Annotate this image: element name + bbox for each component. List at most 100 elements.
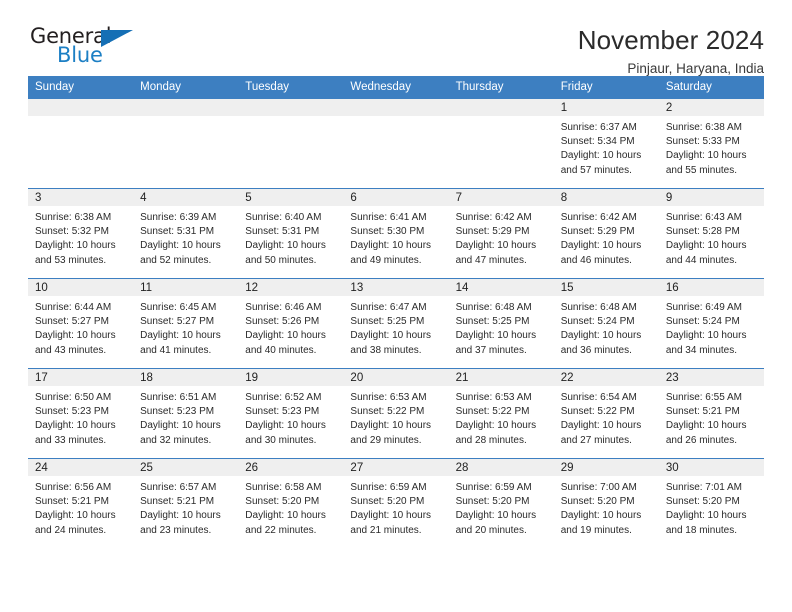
calendar-day-cell[interactable]: 21 Sunrise: 6:53 AM Sunset: 5:22 PM Dayligh… [448,368,554,459]
sunset-text: Sunset: 5:23 PM [35,406,109,418]
day-number: 23 [658,369,764,386]
calendar-day-cell[interactable]: 26 Sunrise: 6:58 AM Sunset: 5:20 PM Dayligh… [238,458,344,548]
daylight-text-line1: Daylight: 10 hours [455,240,537,252]
calendar-day-cell[interactable]: 27 Sunrise: 6:59 AM Sunset: 5:20 PM Dayligh… [343,458,449,548]
daylight-text-line1: Daylight: 10 hours [35,240,116,252]
sunrise-text: Sunrise: 6:49 AM [665,302,742,313]
day-number: 27 [343,459,449,476]
sunset-text: Sunset: 5:24 PM [560,316,635,328]
calendar-day-cell[interactable]: 14 Sunrise: 6:48 AM Sunset: 5:25 PM Dayligh… [448,278,554,369]
daylight-text-line1: Daylight: 10 hours [245,240,326,252]
calendar-day-cell[interactable]: 13 Sunrise: 6:47 AM Sunset: 5:25 PM Dayligh… [343,278,449,369]
calendar-day-cell[interactable]: 11 Sunrise: 6:45 AM Sunset: 5:27 PM Dayligh… [133,278,239,369]
calendar-day-cell-empty [133,98,239,189]
sunrise-text: Sunrise: 7:00 AM [560,482,637,493]
calendar-day-cell[interactable]: 19 Sunrise: 6:52 AM Sunset: 5:23 PM Dayligh… [238,368,344,459]
daylight-text-line1: Daylight: 10 hours [455,420,537,432]
day-details: Sunrise: 6:44 AM Sunset: 5:27 PM Daylight:… [28,296,133,358]
day-number [133,99,239,116]
day-details: Sunrise: 6:56 AM Sunset: 5:21 PM Daylight:… [28,476,133,538]
sunset-text: Sunset: 5:23 PM [140,406,215,418]
calendar-day-cell[interactable]: 18 Sunrise: 6:51 AM Sunset: 5:23 PM Dayligh… [133,368,239,459]
daylight-text-line1: Daylight: 10 hours [665,240,747,252]
sunset-text: Sunset: 5:21 PM [35,496,109,508]
day-details: Sunrise: 6:42 AM Sunset: 5:29 PM Daylight:… [554,206,659,268]
day-number: 25 [133,459,239,476]
page-title: November 2024 [577,25,764,55]
calendar-day-cell[interactable]: 12 Sunrise: 6:46 AM Sunset: 5:26 PM Dayligh… [238,278,344,369]
daylight-text-line2: and 38 minutes. [350,344,422,356]
daylight-text-line1: Daylight: 10 hours [560,330,642,342]
day-number: 2 [658,99,764,116]
sunset-text: Sunset: 5:30 PM [350,226,425,238]
sunset-text: Sunset: 5:20 PM [560,496,635,508]
calendar-day-cell[interactable]: 1 Sunrise: 6:37 AM Sunset: 5:34 PM Daylight… [553,98,659,189]
calendar-week-row: 10 Sunrise: 6:44 AM Sunset: 5:27 PM Dayligh… [28,278,764,369]
day-number: 4 [133,189,239,206]
daylight-text-line2: and 33 minutes. [35,434,107,446]
daylight-text-line2: and 19 minutes. [560,524,632,536]
calendar-day-cell[interactable]: 15 Sunrise: 6:48 AM Sunset: 5:24 PM Dayligh… [553,278,659,369]
day-details: Sunrise: 6:52 AM Sunset: 5:23 PM Daylight:… [238,386,343,448]
day-number: 20 [343,369,449,386]
calendar-day-cell[interactable]: 29 Sunrise: 7:00 AM Sunset: 5:20 PM Dayligh… [553,458,659,548]
calendar-week-row: 3 Sunrise: 6:38 AM Sunset: 5:32 PM Daylight… [28,188,764,279]
daylight-text-line2: and 21 minutes. [350,524,422,536]
weekday-header-monday: Monday [133,76,239,99]
weekday-header-thursday: Thursday [448,76,554,99]
daylight-text-line1: Daylight: 10 hours [35,330,116,342]
day-details: Sunrise: 6:45 AM Sunset: 5:27 PM Daylight:… [133,296,238,358]
calendar-day-cell[interactable]: 4 Sunrise: 6:39 AM Sunset: 5:31 PM Daylight… [133,188,239,279]
day-number: 24 [28,459,134,476]
calendar-day-cell[interactable]: 5 Sunrise: 6:40 AM Sunset: 5:31 PM Daylight… [238,188,344,279]
page-header: General Blue November 2024 Pinjaur, Hary… [28,0,764,77]
weekday-header-saturday: Saturday [658,76,764,99]
daylight-text-line1: Daylight: 10 hours [665,420,747,432]
sunrise-text: Sunrise: 6:38 AM [35,212,112,223]
sunset-text: Sunset: 5:22 PM [455,406,530,418]
calendar-day-cell[interactable]: 23 Sunrise: 6:55 AM Sunset: 5:21 PM Dayligh… [658,368,764,459]
calendar-day-cell[interactable]: 2 Sunrise: 6:38 AM Sunset: 5:33 PM Daylight… [658,98,764,189]
daylight-text-line2: and 26 minutes. [665,434,738,446]
daylight-text-line1: Daylight: 10 hours [35,510,116,522]
daylight-text-line2: and 29 minutes. [350,434,422,446]
daylight-text-line2: and 52 minutes. [140,254,212,266]
calendar-day-cell[interactable]: 24 Sunrise: 6:56 AM Sunset: 5:21 PM Dayligh… [28,458,134,548]
calendar-day-cell[interactable]: 16 Sunrise: 6:49 AM Sunset: 5:24 PM Dayligh… [658,278,764,369]
day-number: 26 [238,459,344,476]
day-number: 8 [553,189,659,206]
day-details: Sunrise: 6:46 AM Sunset: 5:26 PM Daylight:… [238,296,343,358]
calendar-day-cell[interactable]: 3 Sunrise: 6:38 AM Sunset: 5:32 PM Daylight… [28,188,134,279]
calendar-day-cell[interactable]: 28 Sunrise: 6:59 AM Sunset: 5:20 PM Dayligh… [448,458,554,548]
daylight-text-line1: Daylight: 10 hours [665,510,747,522]
sunset-text: Sunset: 5:21 PM [140,496,215,508]
sunset-text: Sunset: 5:20 PM [245,496,320,508]
day-number: 3 [28,189,134,206]
calendar-grid: Sunday Monday Tuesday Wednesday Thursday… [28,76,764,548]
day-number: 21 [448,369,554,386]
day-details: Sunrise: 6:59 AM Sunset: 5:20 PM Daylight:… [449,476,554,538]
calendar-day-cell[interactable]: 22 Sunrise: 6:54 AM Sunset: 5:22 PM Dayligh… [553,368,659,459]
calendar-day-cell[interactable]: 6 Sunrise: 6:41 AM Sunset: 5:30 PM Daylight… [343,188,449,279]
calendar-day-cell[interactable]: 20 Sunrise: 6:53 AM Sunset: 5:22 PM Dayligh… [343,368,449,459]
calendar-day-cell[interactable]: 7 Sunrise: 6:42 AM Sunset: 5:29 PM Daylight… [448,188,554,279]
calendar-day-cell[interactable]: 30 Sunrise: 7:01 AM Sunset: 5:20 PM Dayligh… [658,458,764,548]
calendar-day-cell[interactable]: 9 Sunrise: 6:43 AM Sunset: 5:28 PM Daylight… [658,188,764,279]
day-number: 1 [553,99,659,116]
daylight-text-line1: Daylight: 10 hours [140,330,221,342]
weekday-header-tuesday: Tuesday [238,76,344,99]
sunset-text: Sunset: 5:22 PM [350,406,425,418]
sunset-text: Sunset: 5:33 PM [665,136,740,148]
day-number: 11 [133,279,239,296]
calendar-day-cell[interactable]: 8 Sunrise: 6:42 AM Sunset: 5:29 PM Daylight… [553,188,659,279]
calendar-day-cell[interactable]: 25 Sunrise: 6:57 AM Sunset: 5:21 PM Dayligh… [133,458,239,548]
calendar-day-cell[interactable]: 10 Sunrise: 6:44 AM Sunset: 5:27 PM Dayligh… [28,278,134,369]
sunrise-text: Sunrise: 6:42 AM [560,212,637,223]
page-subtitle: Pinjaur, Haryana, India [627,61,764,77]
day-number: 17 [28,369,134,386]
calendar-week-row: 1 Sunrise: 6:37 AM Sunset: 5:34 PM Daylight… [28,98,764,189]
day-details: Sunrise: 6:53 AM Sunset: 5:22 PM Daylight:… [343,386,448,448]
day-details: Sunrise: 6:49 AM Sunset: 5:24 PM Daylight:… [659,296,764,358]
calendar-day-cell[interactable]: 17 Sunrise: 6:50 AM Sunset: 5:23 PM Dayligh… [28,368,134,459]
day-details: Sunrise: 6:41 AM Sunset: 5:30 PM Daylight:… [343,206,448,268]
